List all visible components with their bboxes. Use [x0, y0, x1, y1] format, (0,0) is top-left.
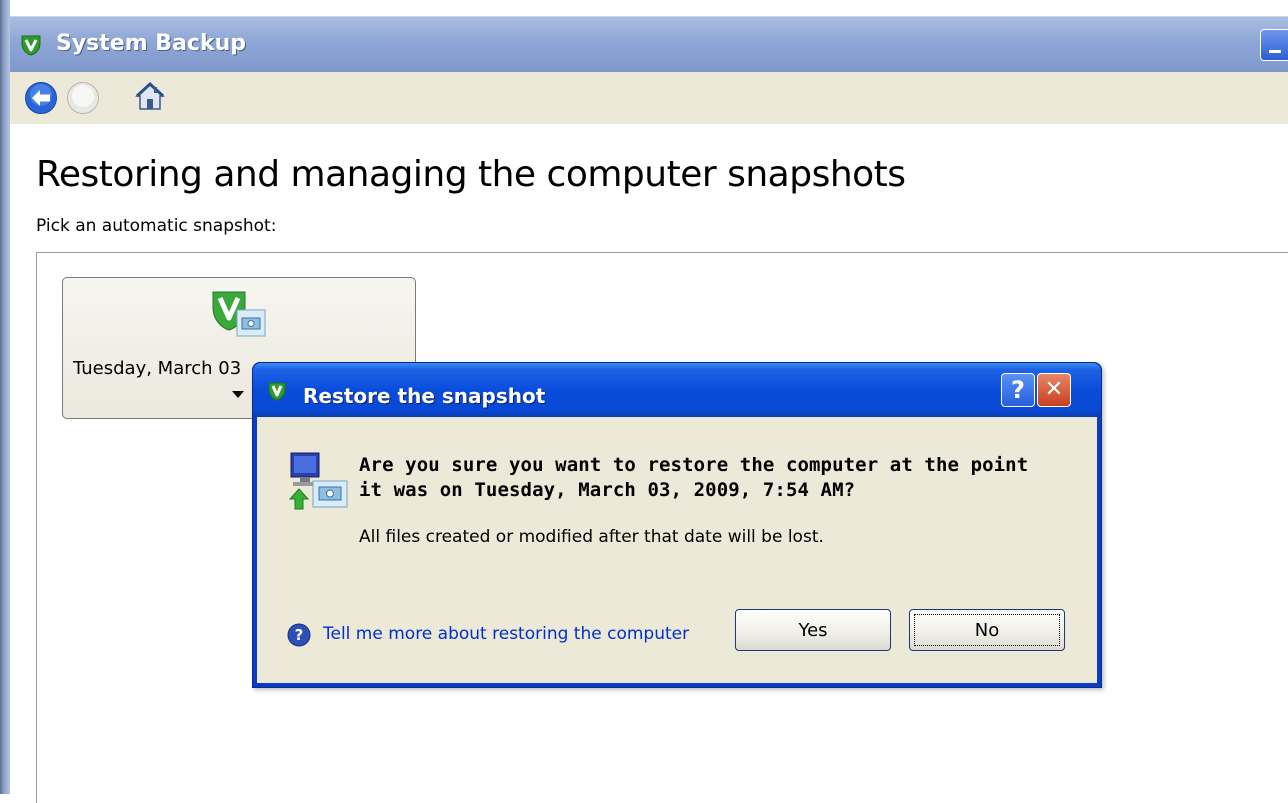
- page-title: Restoring and managing the computer snap…: [36, 154, 906, 195]
- app-logo-icon: [268, 382, 286, 401]
- restore-dialog: Restore the snapshot ? ✕ Are you sure yo…: [252, 362, 1102, 688]
- title-bar[interactable]: System Backup: [10, 16, 1288, 73]
- yes-button[interactable]: Yes: [735, 609, 891, 651]
- help-button[interactable]: ?: [1001, 373, 1035, 407]
- forward-circle-icon[interactable]: [66, 81, 100, 115]
- app-logo-icon: [21, 35, 41, 56]
- snapshot-date-label: Tuesday, March 03: [73, 358, 242, 379]
- window-left-border: [0, 0, 10, 794]
- chevron-down-icon[interactable]: [232, 391, 244, 398]
- dialog-title-bar[interactable]: Restore the snapshot ? ✕: [253, 363, 1101, 417]
- computer-restore-icon: [288, 452, 348, 510]
- home-icon[interactable]: [134, 80, 166, 112]
- svg-text:?: ?: [295, 626, 304, 644]
- snapshot-icon: [212, 291, 266, 337]
- back-arrow-icon[interactable]: [24, 81, 58, 115]
- question-icon: ?: [287, 623, 311, 647]
- help-link-text[interactable]: Tell me more about restoring the compute…: [323, 624, 689, 644]
- confirm-question: Are you sure you want to restore the com…: [359, 454, 1029, 501]
- window-title: System Backup: [56, 31, 246, 56]
- dialog-title: Restore the snapshot: [303, 384, 546, 408]
- minimize-button[interactable]: [1260, 29, 1288, 61]
- system-backup-window: System Backup Restoring and managing the…: [0, 0, 1288, 803]
- page-subtitle: Pick an automatic snapshot:: [36, 216, 277, 236]
- nav-toolbar: [10, 72, 1288, 124]
- no-button[interactable]: No: [909, 609, 1065, 651]
- data-loss-warning: All files created or modified after that…: [359, 527, 824, 547]
- dialog-body: Are you sure you want to restore the com…: [257, 417, 1097, 683]
- close-button[interactable]: ✕: [1037, 373, 1071, 407]
